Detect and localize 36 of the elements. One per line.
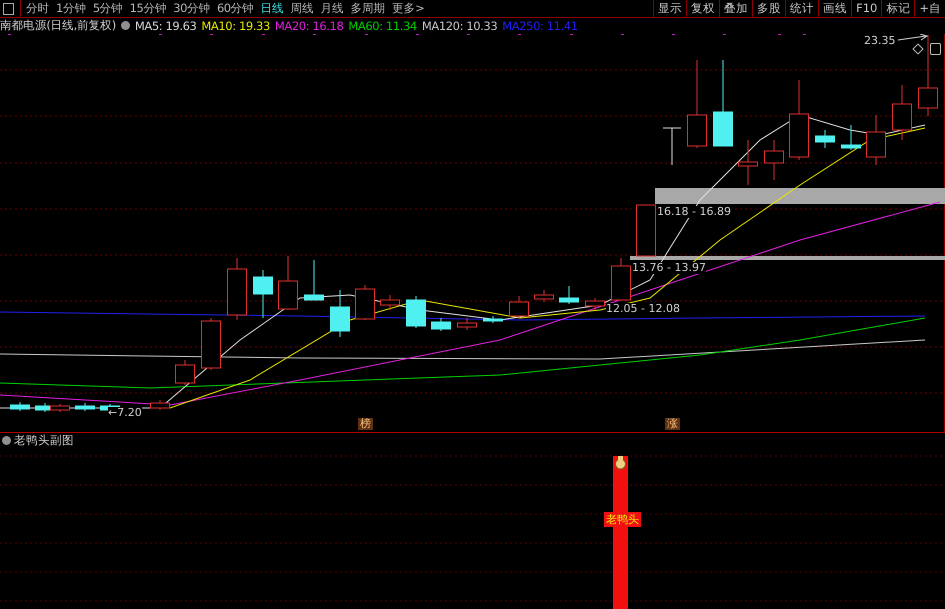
period-tab[interactable]: 月线	[320, 1, 344, 16]
ma-value: MA250: 11.41	[502, 18, 578, 33]
price-range-label: 13.76 - 13.97	[632, 262, 706, 274]
indicator-title: 老鸭头副图	[14, 432, 74, 448]
period-tab[interactable]: 更多>	[392, 1, 424, 16]
toolbar-button[interactable]: 统计	[785, 0, 818, 17]
toolbar-button[interactable]: 标记	[881, 0, 914, 17]
period-tab[interactable]: 周线	[290, 1, 314, 16]
period-tab[interactable]: 分时	[26, 1, 49, 16]
toolbar-button[interactable]: 画线	[818, 0, 852, 17]
toolbar-button[interactable]: 叠加	[719, 0, 752, 17]
ma-value: MA5: 19.63	[134, 18, 196, 33]
signal-label: 老鸭头	[604, 512, 641, 527]
period-tab[interactable]: 多周期	[350, 1, 386, 16]
stock-title: 南都电源(日线,前复权)	[0, 18, 116, 34]
toolbar-button[interactable]: +自	[914, 0, 945, 17]
period-tab[interactable]: 60分钟	[216, 1, 254, 16]
price-range-label: 16.18 - 16.89	[657, 206, 731, 218]
toolbar-button[interactable]: 复权	[686, 0, 720, 17]
ma-value: MA10: 19.33	[201, 18, 270, 33]
toolbar-button[interactable]: 显示	[653, 0, 686, 17]
ma-value: MA60: 11.34	[348, 18, 417, 33]
price-label: 23.35	[864, 34, 896, 46]
price-label: ←7.20	[108, 406, 142, 418]
signal-marker: 涨	[665, 418, 680, 430]
period-tab[interactable]: 日线	[260, 1, 284, 16]
ma-value: MA120: 10.33	[422, 18, 498, 33]
signal-marker: 榜	[358, 418, 373, 430]
toolbar-button[interactable]: 多股	[752, 0, 786, 17]
period-tab[interactable]: 15分钟	[130, 1, 166, 16]
toolbar-button[interactable]: F10	[851, 0, 882, 17]
ma-value: MA20: 16.18	[274, 18, 344, 33]
period-tab[interactable]: 1分钟	[56, 1, 86, 16]
period-tab[interactable]: 5分钟	[92, 1, 123, 16]
price-range-label: 12.05 - 12.08	[606, 302, 680, 314]
period-tab[interactable]: 30分钟	[173, 1, 210, 16]
